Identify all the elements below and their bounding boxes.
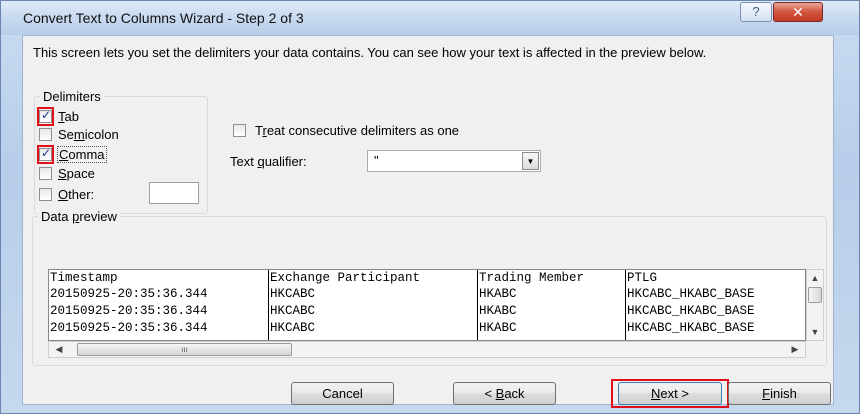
scroll-up-arrow-icon[interactable]: ▲ xyxy=(807,270,823,286)
other-delimiter-input[interactable] xyxy=(149,182,199,204)
preview-cell: 20150925-20:35:36.344 xyxy=(50,287,208,301)
preview-cell: HKCABC xyxy=(270,304,316,318)
window-title: Convert Text to Columns Wizard - Step 2 … xyxy=(23,10,304,26)
scroll-down-arrow-icon[interactable]: ▼ xyxy=(807,324,823,340)
dropdown-arrow-icon[interactable]: ▼ xyxy=(522,152,539,170)
treat-consecutive-label[interactable]: Treat consecutive delimiters as one xyxy=(255,123,459,138)
semicolon-label[interactable]: Semicolon xyxy=(58,127,119,142)
preview-header-cell: PTLG xyxy=(627,271,658,285)
text-qualifier-label: Text qualifier: xyxy=(230,154,307,169)
next-button[interactable]: Next > xyxy=(618,382,722,405)
preview-cell: 20150925-20:35:36.344 xyxy=(50,304,208,318)
preview-cell: HKCABC_HKABC_BASE xyxy=(627,321,755,335)
space-label[interactable]: Space xyxy=(58,166,95,181)
preview-vertical-scrollbar[interactable]: ▲ ▼ xyxy=(806,269,824,341)
preview-cell: 20150925-20:35:36.344 xyxy=(50,321,208,335)
preview-cell: HKCABC xyxy=(270,321,316,335)
scroll-right-arrow-icon[interactable]: ▶ xyxy=(787,342,803,357)
vertical-scroll-thumb[interactable] xyxy=(808,287,822,303)
comma-checkbox[interactable] xyxy=(39,146,52,161)
delimiters-group-label: Delimiters xyxy=(40,89,104,104)
preview-header-cell: Trading Member xyxy=(479,271,585,285)
horizontal-scroll-thumb[interactable]: ııı xyxy=(77,343,292,356)
preview-cell: HKABC xyxy=(479,304,517,318)
preview-horizontal-scrollbar[interactable]: ◀ ııı ▶ xyxy=(48,341,806,358)
text-qualifier-value: " xyxy=(374,153,379,168)
close-button[interactable]: ✕ xyxy=(773,2,823,22)
description-text: This screen lets you set the delimiters … xyxy=(33,45,707,60)
cancel-button[interactable]: Cancel xyxy=(291,382,394,405)
other-checkbox[interactable] xyxy=(39,188,52,201)
column-separator xyxy=(268,270,269,340)
help-button[interactable]: ? xyxy=(740,2,772,22)
preview-cell: HKCABC xyxy=(270,287,316,301)
comma-label[interactable]: Comma xyxy=(57,146,107,163)
back-button[interactable]: < Back xyxy=(453,382,556,405)
preview-cell: HKABC xyxy=(479,321,517,335)
other-label[interactable]: Other: xyxy=(58,187,94,202)
preview-header-cell: Timestamp xyxy=(50,271,118,285)
text-qualifier-dropdown[interactable]: " ▼ xyxy=(367,150,541,172)
preview-cell: HKABC xyxy=(479,287,517,301)
tab-label[interactable]: Tab xyxy=(58,109,79,124)
data-preview-group-label: Data preview xyxy=(38,209,120,224)
preview-header-cell: Exchange Participant xyxy=(270,271,421,285)
scroll-left-arrow-icon[interactable]: ◀ xyxy=(51,342,67,357)
finish-button[interactable]: Finish xyxy=(728,382,831,405)
space-checkbox[interactable] xyxy=(39,167,52,180)
column-separator xyxy=(625,270,626,340)
tab-checkbox[interactable] xyxy=(39,108,52,123)
semicolon-checkbox[interactable] xyxy=(39,128,52,141)
preview-cell: HKCABC_HKABC_BASE xyxy=(627,287,755,301)
dialog-body: This screen lets you set the delimiters … xyxy=(22,35,834,408)
column-separator xyxy=(477,270,478,340)
dialog-window: Convert Text to Columns Wizard - Step 2 … xyxy=(0,0,860,414)
data-preview-grid[interactable]: Timestamp Exchange Participant Trading M… xyxy=(48,269,806,341)
preview-cell: HKCABC_HKABC_BASE xyxy=(627,304,755,318)
treat-consecutive-checkbox[interactable] xyxy=(233,124,246,137)
title-bar[interactable]: Convert Text to Columns Wizard - Step 2 … xyxy=(1,1,859,35)
